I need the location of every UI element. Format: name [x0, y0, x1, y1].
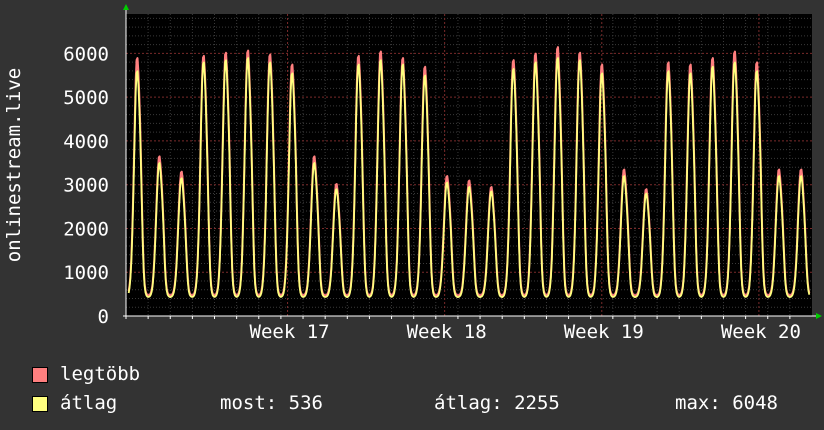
- y-tick-labels: 0 1000 2000 3000 4000 5000 6000: [63, 43, 109, 328]
- x-tick-label: Week 18: [407, 321, 487, 343]
- x-tick-label: Week 19: [564, 321, 644, 343]
- y-axis-arrow: [123, 4, 129, 10]
- stat-current: most: 536: [220, 392, 323, 414]
- y-tick-label: 6000: [63, 43, 109, 65]
- legend-label-max: legtöbb: [60, 363, 141, 385]
- y-tick-label: 4000: [63, 131, 109, 153]
- x-tick-labels: Week 17 Week 18 Week 19 Week 20: [250, 321, 801, 343]
- y-tick-label: 1000: [63, 262, 109, 284]
- x-axis-arrow: [816, 313, 822, 319]
- legend-row-max: legtöbb: [32, 363, 432, 385]
- legend-row-avg: átlag most: 536 átlag: 2255 max: 6048: [32, 392, 812, 414]
- y-axis-label: onlinestream.live: [3, 68, 25, 262]
- y-tick-label: 2000: [63, 218, 109, 240]
- legend-swatch-max: [32, 367, 48, 383]
- y-tick-label: 0: [98, 306, 109, 328]
- legend-label-avg: átlag: [60, 392, 118, 414]
- x-tick-label: Week 20: [721, 321, 801, 343]
- legend-swatch-avg: [32, 396, 48, 412]
- x-tick-label: Week 17: [250, 321, 330, 343]
- y-tick-label: 5000: [63, 87, 109, 109]
- y-tick-label: 3000: [63, 175, 109, 197]
- stat-average: átlag: 2255: [434, 392, 560, 414]
- stat-max: max: 6048: [675, 392, 778, 414]
